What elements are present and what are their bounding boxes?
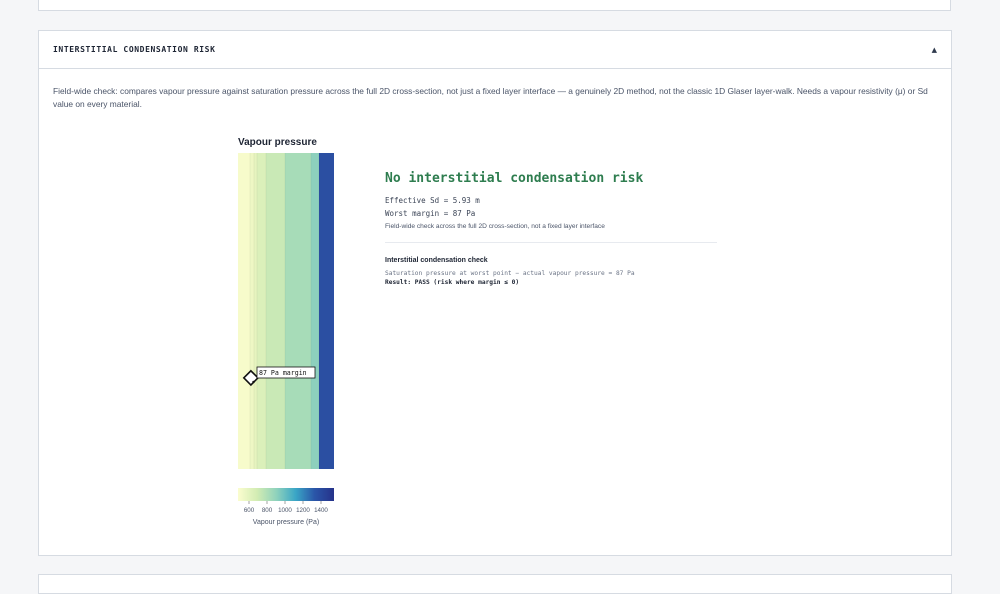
section-header[interactable]: INTERSTITIAL CONDENSATION RISK ▲ — [39, 31, 951, 69]
colorbar-tick-label: 1400 — [314, 507, 328, 514]
check-heading: Interstitial condensation check — [385, 257, 488, 264]
next-section-card — [38, 574, 952, 594]
colorbar-tick-label: 800 — [262, 507, 273, 514]
check-formula: Saturation pressure at worst point − act… — [385, 270, 635, 277]
heatmap-band — [238, 153, 250, 469]
vapour-pressure-plot: 87 Pa margin — [238, 153, 334, 469]
result-panel: No interstitial condensation risk Effect… — [385, 171, 717, 287]
colorbar-label: Vapour pressure (Pa) — [252, 519, 320, 526]
marker-label: 87 Pa margin — [259, 369, 307, 377]
colorbar-gradient — [238, 488, 334, 501]
colorbar: 600 800 1000 1200 1400 — [238, 488, 334, 534]
heatmap-bands — [238, 153, 334, 469]
heatmap-band — [311, 153, 319, 469]
section-description: Field-wide check: compares vapour pressu… — [53, 86, 928, 109]
condensation-risk-card: INTERSTITIAL CONDENSATION RISK ▲ Field-w… — [38, 30, 952, 556]
check-result: Result: PASS (risk where margin ≤ 0) — [385, 279, 520, 286]
heatmap-band — [254, 153, 257, 469]
chevron-up-icon[interactable]: ▲ — [932, 46, 937, 54]
vapour-pressure-heatmap: 87 Pa margin — [238, 153, 334, 469]
effective-sd: Effective Sd = 5.93 m — [385, 196, 480, 205]
heatmap-band — [319, 153, 334, 469]
result-headline: No interstitial condensation risk — [385, 171, 644, 186]
heatmap-band — [257, 153, 266, 469]
heatmap-band — [285, 153, 311, 469]
heatmap-band — [250, 153, 254, 469]
colorbar-tick-label: 600 — [244, 507, 255, 514]
chart-title: Vapour pressure — [238, 137, 317, 148]
result-note: Field-wide check across the full 2D cros… — [385, 223, 605, 230]
marker-dot — [252, 380, 255, 384]
colorbar-tick-label: 1200 — [296, 507, 310, 514]
section-title: INTERSTITIAL CONDENSATION RISK — [53, 45, 216, 54]
heatmap-band — [266, 153, 285, 469]
worst-margin: Worst margin = 87 Pa — [385, 209, 476, 218]
divider — [385, 242, 717, 243]
colorbar-svg: 600 800 1000 1200 1400 — [238, 488, 334, 514]
colorbar-ticks: 600 800 1000 1200 1400 — [244, 501, 328, 514]
previous-section-card — [38, 0, 951, 11]
colorbar-tick-label: 1000 — [278, 507, 292, 514]
